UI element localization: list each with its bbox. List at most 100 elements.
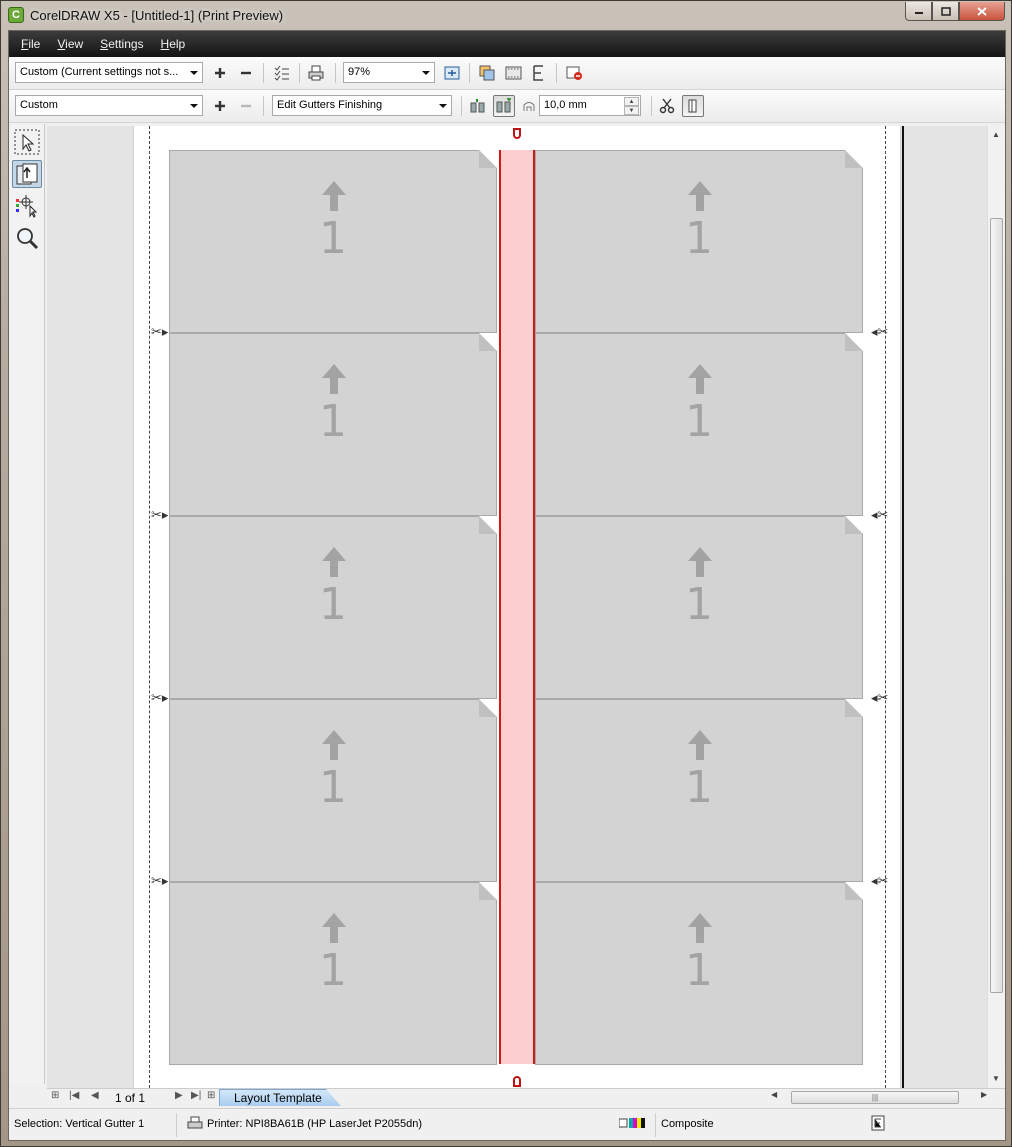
horizontal-scroll-thumb[interactable]: ||| <box>791 1091 959 1104</box>
document-info-icon[interactable] <box>871 1115 885 1134</box>
horizontal-scrollbar[interactable]: ◀ ||| ▶ <box>767 1090 999 1105</box>
arrow-up-icon <box>688 181 712 211</box>
layout-cell[interactable]: 1 <box>169 516 497 699</box>
enable-color-separations-button[interactable] <box>476 62 498 84</box>
edit-mode-value: Edit Gutters Finishing <box>277 99 383 111</box>
cut-marks-button[interactable] <box>656 95 678 117</box>
chevron-down-icon <box>190 71 198 75</box>
scroll-down-arrow-icon[interactable]: ▼ <box>992 1074 1000 1083</box>
print-options-button[interactable] <box>271 62 293 84</box>
layout-cell[interactable]: 1 <box>535 699 863 882</box>
close-preview-icon <box>566 66 582 80</box>
scissors-icon[interactable]: ◂✂ <box>871 873 888 889</box>
page-corner-fold <box>479 699 497 717</box>
toolbox <box>9 124 45 1084</box>
marks-placement-tool[interactable] <box>12 192 42 220</box>
edit-mode-select[interactable]: Edit Gutters Finishing <box>272 95 452 116</box>
coreldraw-app-icon[interactable]: C <box>8 7 24 23</box>
layout-cell[interactable]: 1 <box>535 150 863 333</box>
layout-cell[interactable]: 1 <box>535 516 863 699</box>
menu-file[interactable]: File <box>21 37 40 51</box>
gutter-handle-top[interactable] <box>513 128 521 139</box>
scroll-up-arrow-icon[interactable]: ▲ <box>992 130 1000 139</box>
arrow-up-icon <box>688 364 712 394</box>
first-page-icon[interactable]: |◀ <box>69 1090 79 1101</box>
minimize-icon <box>914 12 923 14</box>
layout-cell[interactable]: 1 <box>169 333 497 516</box>
vertical-gutter[interactable] <box>499 150 535 1064</box>
last-page-icon[interactable]: ▶| <box>191 1090 201 1101</box>
close-print-preview-button[interactable] <box>563 62 585 84</box>
preview-canvas[interactable]: 1 1 1 1 1 1 1 1 1 1 ✂▸ ✂▸ ✂▸ ✂▸ ◂✂ ◂✂ ◂✂… <box>47 126 987 1088</box>
pick-tool[interactable] <box>12 128 42 156</box>
page-number: 1 <box>319 213 347 264</box>
fold-marks-toggle[interactable] <box>682 95 704 117</box>
menu-view[interactable]: View <box>57 37 83 51</box>
layout-cell[interactable]: 1 <box>169 150 497 333</box>
scissors-icon[interactable]: ✂▸ <box>151 873 168 889</box>
page-navigator: ⊞ |◀ ◀ 1 of 1 ▶ ▶| ⊞ Layout Template ◀ |… <box>47 1088 1005 1106</box>
page-number: 1 <box>319 396 347 447</box>
layout-cell[interactable]: 1 <box>535 882 863 1065</box>
previous-page-icon[interactable]: ◀ <box>91 1090 99 1101</box>
remove-layout-preset-button[interactable] <box>235 95 257 117</box>
minimize-button[interactable] <box>905 2 932 21</box>
menu-help-label: elp <box>169 37 186 51</box>
scissors-icon[interactable]: ◂✂ <box>871 324 888 340</box>
layout-cell[interactable]: 1 <box>169 882 497 1065</box>
layout-preset-select[interactable]: Custom <box>15 95 203 116</box>
scissors-icon[interactable]: ✂▸ <box>151 690 168 706</box>
arrow-up-icon <box>322 730 346 760</box>
remove-print-style-button[interactable] <box>235 62 257 84</box>
vertical-scroll-thumb[interactable] <box>990 218 1003 993</box>
margin-guide-left <box>149 126 150 1088</box>
add-layout-preset-button[interactable] <box>209 95 231 117</box>
vertical-scrollbar[interactable]: ▲ ▼ <box>987 126 1005 1088</box>
print-style-select[interactable]: Custom (Current settings not s... <box>15 62 203 83</box>
add-page-after-icon[interactable]: ⊞ <box>207 1090 215 1101</box>
imposition-layout-tool[interactable] <box>12 160 42 188</box>
scissors-icon[interactable]: ✂▸ <box>151 324 168 340</box>
scissors-icon <box>659 98 675 114</box>
scissors-icon[interactable]: ◂✂ <box>871 507 888 523</box>
maximize-button[interactable] <box>932 2 959 21</box>
invert-button[interactable] <box>502 62 524 84</box>
margin-guide-right <box>885 126 886 1088</box>
scissors-icon[interactable]: ✂▸ <box>151 507 168 523</box>
add-page-before-icon[interactable]: ⊞ <box>51 1090 59 1101</box>
tab-layout-template[interactable]: Layout Template <box>219 1089 341 1106</box>
layout-cell[interactable]: 1 <box>169 699 497 882</box>
zoom-select[interactable]: 97% <box>343 62 435 83</box>
next-page-icon[interactable]: ▶ <box>175 1090 183 1101</box>
scissors-icon[interactable]: ◂✂ <box>871 690 888 706</box>
equal-gutters-button[interactable] <box>467 95 489 117</box>
auto-gutters-toggle[interactable] <box>493 95 515 117</box>
title-bar[interactable]: C CorelDRAW X5 - [Untitled-1] (Print Pre… <box>1 1 1011 30</box>
printer-status[interactable]: Printer: NPI8BA61B (HP LaserJet P2055dn) <box>207 1118 422 1130</box>
add-print-style-button[interactable] <box>209 62 231 84</box>
menu-view-mnemonic: V <box>57 37 66 51</box>
spin-up-button[interactable]: ▲ <box>624 97 639 106</box>
print-button[interactable] <box>305 62 327 84</box>
menu-help[interactable]: Help <box>161 37 186 51</box>
spin-down-button[interactable]: ▼ <box>624 106 639 115</box>
fold-marks-icon <box>688 99 697 113</box>
close-button[interactable] <box>959 2 1005 21</box>
mirror-button[interactable] <box>528 62 550 84</box>
full-screen-preview-button[interactable] <box>441 62 463 84</box>
gutter-handle-bottom[interactable] <box>513 1076 521 1087</box>
menu-settings[interactable]: Settings <box>100 37 143 51</box>
scroll-left-arrow-icon[interactable]: ◀ <box>771 1090 777 1099</box>
gutter-size-spinner[interactable]: 10,0 mm ▲ ▼ <box>539 95 641 116</box>
separator <box>651 96 652 116</box>
separator <box>263 63 264 83</box>
page-corner-fold <box>479 882 497 900</box>
gutter-size-value: 10,0 mm <box>544 99 587 111</box>
scroll-right-arrow-icon[interactable]: ▶ <box>981 1090 987 1099</box>
page-corner-fold <box>479 516 497 534</box>
zoom-tool[interactable] <box>12 224 42 252</box>
arrow-up-icon <box>688 730 712 760</box>
layout-cell[interactable]: 1 <box>535 333 863 516</box>
full-screen-icon <box>444 66 460 80</box>
arrow-up-icon <box>322 364 346 394</box>
